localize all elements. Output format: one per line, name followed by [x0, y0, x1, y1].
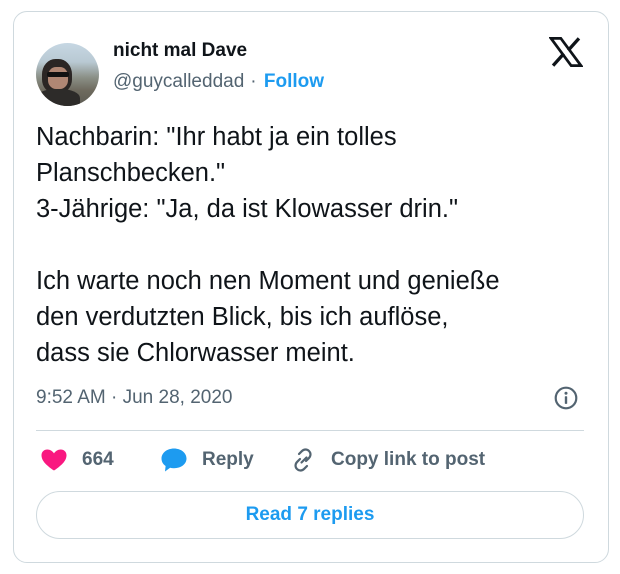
timestamp[interactable]: 9:52 AM · Jun 28, 2020	[36, 387, 232, 409]
tweet-text: Nachbarin: "Ihr habt ja ein tolles Plans…	[36, 123, 500, 367]
avatar[interactable]	[36, 43, 99, 106]
user-handle[interactable]: @guycalleddad	[113, 71, 244, 92]
reply-button[interactable]: Reply	[160, 447, 254, 473]
divider	[36, 430, 584, 431]
like-button[interactable]: 664	[40, 447, 114, 473]
speech-bubble-icon	[161, 448, 187, 472]
follow-link[interactable]: Follow	[264, 71, 324, 92]
link-icon	[294, 448, 312, 472]
copy-link-button[interactable]: Copy link to post	[289, 447, 485, 473]
handle-row: @guycalleddad · Follow	[113, 71, 324, 93]
read-replies-button[interactable]: Read 7 replies	[36, 491, 584, 539]
separator-dot: ·	[250, 71, 257, 92]
info-icon[interactable]	[553, 385, 579, 411]
reply-label: Reply	[202, 449, 254, 470]
x-logo-icon[interactable]	[549, 37, 583, 67]
display-name[interactable]: nicht mal Dave	[113, 40, 247, 62]
copy-link-label: Copy link to post	[331, 449, 486, 470]
heart-icon	[41, 449, 67, 471]
like-count: 664	[82, 449, 114, 470]
